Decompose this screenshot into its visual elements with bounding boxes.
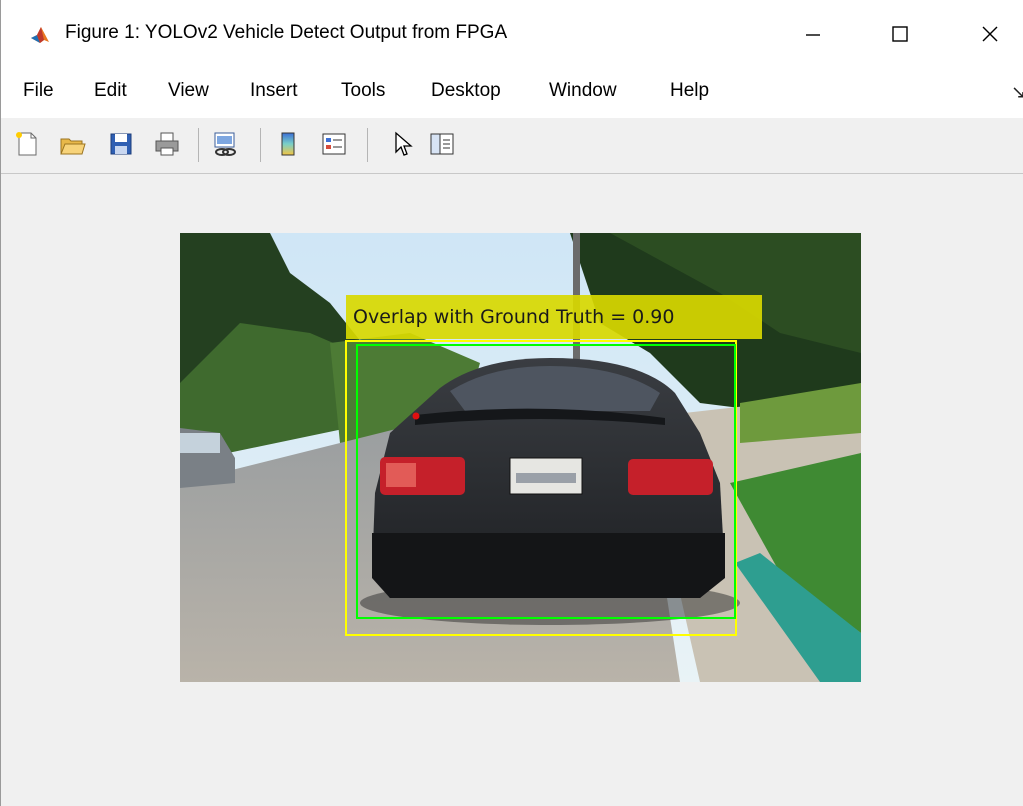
matlab-logo-icon (29, 24, 51, 46)
menu-insert[interactable]: Insert (250, 80, 298, 102)
property-inspector-icon[interactable] (428, 130, 456, 158)
menu-window[interactable]: Window (549, 80, 617, 102)
menu-bar: File Edit View Insert Tools Desktop Wind… (1, 68, 1023, 118)
overlap-annotation-text: Overlap with Ground Truth = 0.90 (353, 306, 675, 328)
window-title: Figure 1: YOLOv2 Vehicle Detect Output f… (65, 22, 508, 43)
save-icon[interactable] (107, 130, 135, 158)
figure-axes[interactable]: Overlap with Ground Truth = 0.90 (180, 233, 861, 682)
menu-edit[interactable]: Edit (94, 80, 127, 102)
open-file-icon[interactable] (58, 130, 86, 158)
maximize-button[interactable] (877, 14, 923, 54)
maximize-icon (892, 26, 908, 42)
title-bar: Figure 1: YOLOv2 Vehicle Detect Output f… (1, 0, 1023, 68)
minimize-button[interactable] (790, 14, 836, 54)
dock-arrow-icon[interactable]: ↘ (1011, 82, 1023, 103)
minimize-icon (806, 34, 820, 36)
toolbar (1, 118, 1023, 174)
overlap-annotation-label: Overlap with Ground Truth = 0.90 (346, 295, 762, 339)
insert-colorbar-icon[interactable] (274, 130, 302, 158)
link-plot-icon[interactable] (211, 130, 239, 158)
close-button[interactable] (967, 14, 1013, 54)
menu-tools[interactable]: Tools (341, 80, 385, 102)
insert-legend-icon[interactable] (320, 130, 348, 158)
menu-help[interactable]: Help (670, 80, 709, 102)
toolbar-separator (198, 128, 199, 162)
menu-file[interactable]: File (23, 80, 54, 102)
new-figure-icon[interactable] (13, 130, 41, 158)
menu-view[interactable]: View (168, 80, 209, 102)
edit-plot-pointer-icon[interactable] (390, 130, 418, 158)
figure-window: Figure 1: YOLOv2 Vehicle Detect Output f… (0, 0, 1023, 806)
menu-desktop[interactable]: Desktop (431, 80, 501, 102)
toolbar-separator (367, 128, 368, 162)
toolbar-separator (260, 128, 261, 162)
close-icon (982, 26, 998, 42)
print-icon[interactable] (153, 130, 181, 158)
